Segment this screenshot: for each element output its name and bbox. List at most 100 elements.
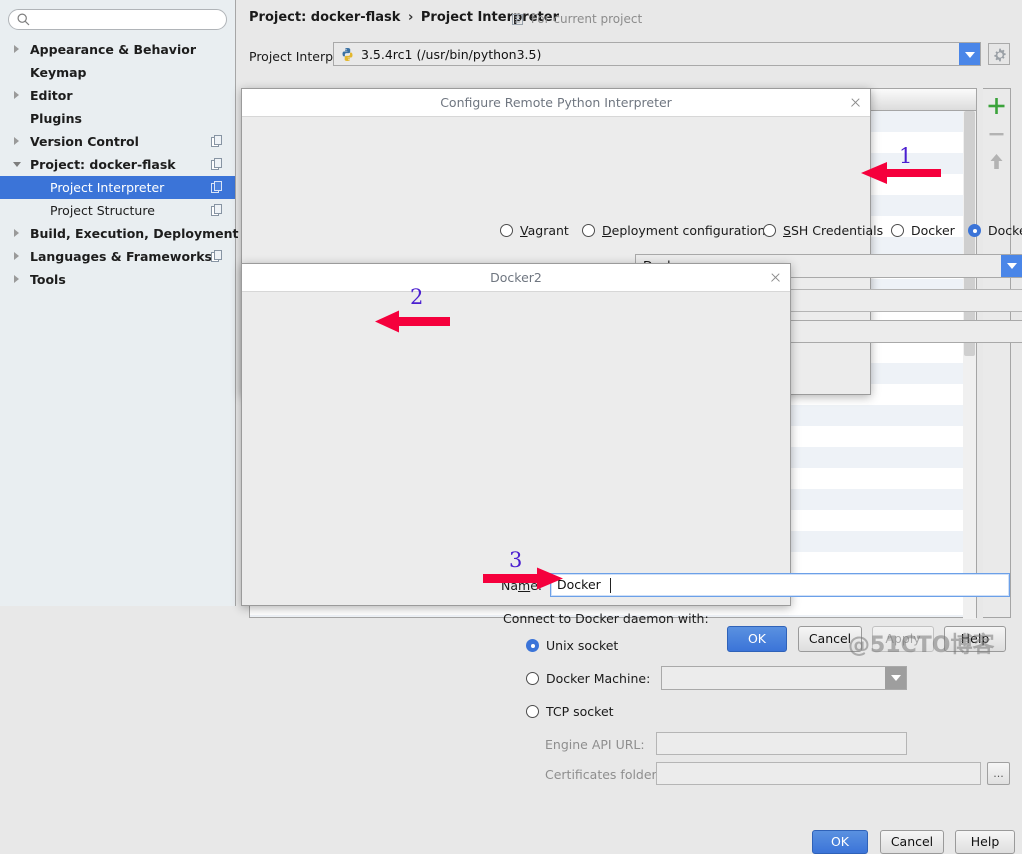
sidebar-item-project-docker-flask[interactable]: Project: docker-flask bbox=[0, 153, 235, 176]
copy-settings-icon bbox=[211, 250, 223, 262]
sidebar-item-label: Version Control bbox=[30, 134, 139, 149]
packages-toolbar bbox=[983, 88, 1011, 618]
sidebar-item-build-execution-deployment[interactable]: Build, Execution, Deployment bbox=[0, 222, 239, 245]
chevron-right-icon bbox=[14, 252, 19, 260]
arrow-up-icon bbox=[990, 154, 1003, 169]
sidebar-item-label: Project Interpreter bbox=[50, 180, 165, 195]
radio-label: Docker bbox=[911, 223, 955, 238]
radio-indicator bbox=[582, 224, 595, 237]
certificates-folder-label: Certificates folder: bbox=[545, 767, 661, 782]
interpreter-settings-gear-button[interactable] bbox=[988, 43, 1010, 65]
upgrade-package-button[interactable] bbox=[983, 149, 1010, 175]
settings-tree: Appearance & Behavior Keymap Editor Plug… bbox=[0, 38, 239, 291]
app-root: Appearance & Behavior Keymap Editor Plug… bbox=[0, 0, 1022, 854]
radio-label: Docker Machine: bbox=[546, 671, 651, 686]
radio-label: TCP socket bbox=[546, 704, 614, 719]
sidebar-item-label: Keymap bbox=[30, 65, 87, 80]
dialog-title-bar: Configure Remote Python Interpreter bbox=[242, 89, 870, 117]
chevron-right-icon bbox=[14, 275, 19, 283]
sidebar-item-languages-frameworks[interactable]: Languages & Frameworks bbox=[0, 245, 235, 268]
radio-indicator bbox=[500, 224, 513, 237]
radio-label: SSH Credentials bbox=[783, 223, 884, 238]
annotation-arrow-3 bbox=[483, 567, 563, 590]
name-input[interactable]: Docker bbox=[550, 573, 1010, 597]
packages-scrollbar[interactable] bbox=[963, 111, 976, 619]
radio-indicator bbox=[891, 224, 904, 237]
docker-dialog-help-button[interactable]: Help bbox=[955, 830, 1015, 854]
for-current-project-label: For current project bbox=[530, 12, 643, 26]
certificates-folder-input bbox=[656, 762, 981, 785]
annotation-arrow-1 bbox=[861, 162, 941, 184]
sidebar-item-version-control[interactable]: Version Control bbox=[0, 130, 235, 153]
python-icon bbox=[340, 47, 355, 62]
chevron-down-icon[interactable] bbox=[959, 43, 980, 65]
radio-indicator bbox=[526, 639, 539, 652]
dialog-title-bar: Docker2 bbox=[242, 264, 790, 292]
gear-icon bbox=[994, 48, 1006, 62]
breadcrumb-separator: › bbox=[407, 10, 414, 25]
docker-dialog-cancel-button[interactable]: Cancel bbox=[880, 830, 944, 854]
annotation-arrow-2 bbox=[375, 310, 450, 333]
search-input[interactable] bbox=[34, 11, 223, 29]
sidebar-item-tools[interactable]: Tools bbox=[0, 268, 235, 291]
radio-indicator bbox=[763, 224, 776, 237]
sidebar-item-editor[interactable]: Editor bbox=[0, 84, 235, 107]
text-caret bbox=[610, 578, 611, 593]
radio-label: Unix socket bbox=[546, 638, 619, 653]
sidebar-item-plugins[interactable]: Plugins bbox=[0, 107, 235, 130]
chevron-right-icon bbox=[14, 45, 19, 53]
settings-cancel-button[interactable]: Cancel bbox=[798, 626, 862, 652]
sidebar-item-appearance-behavior[interactable]: Appearance & Behavior bbox=[0, 38, 235, 61]
copy-settings-icon bbox=[211, 158, 223, 170]
settings-ok-button[interactable]: OK bbox=[727, 626, 787, 652]
remove-package-button[interactable] bbox=[983, 121, 1010, 147]
dialog-title: Configure Remote Python Interpreter bbox=[440, 95, 672, 110]
project-interpreter-select[interactable]: 3.5.4rc1 (/usr/bin/python3.5) bbox=[333, 42, 981, 66]
sidebar-item-label: Project Structure bbox=[50, 203, 155, 218]
connect-to-daemon-label: Connect to Docker daemon with: bbox=[503, 611, 709, 626]
sidebar-item-label: Editor bbox=[30, 88, 73, 103]
engine-api-url-input bbox=[656, 732, 907, 755]
annotation-number-2: 2 bbox=[410, 285, 424, 309]
sidebar-item-label: Tools bbox=[30, 272, 66, 287]
radio-label: Deployment configuration bbox=[602, 223, 766, 238]
sidebar-item-project-interpreter[interactable]: Project Interpreter bbox=[0, 176, 235, 199]
copy-settings-icon bbox=[211, 204, 223, 216]
copy-settings-icon bbox=[211, 135, 223, 147]
radio-indicator bbox=[526, 672, 539, 685]
radio-indicator bbox=[526, 705, 539, 718]
sidebar-search[interactable] bbox=[8, 9, 227, 30]
sidebar-item-project-structure[interactable]: Project Structure bbox=[0, 199, 235, 222]
settings-sidebar: Appearance & Behavior Keymap Editor Plug… bbox=[0, 0, 239, 606]
sidebar-item-keymap[interactable]: Keymap bbox=[0, 61, 235, 84]
dialog-title: Docker2 bbox=[490, 270, 542, 285]
minus-icon bbox=[989, 133, 1004, 136]
radio-indicator bbox=[968, 224, 981, 237]
chevron-right-icon bbox=[14, 91, 19, 99]
docker-machine-select[interactable] bbox=[661, 666, 907, 690]
settings-apply-button: Apply bbox=[872, 626, 934, 652]
close-icon[interactable] bbox=[760, 264, 790, 291]
search-icon bbox=[17, 13, 30, 26]
sidebar-item-label: Project: docker-flask bbox=[30, 157, 176, 172]
sidebar-item-label: Build, Execution, Deployment bbox=[30, 226, 239, 241]
sidebar-item-label: Plugins bbox=[30, 111, 82, 126]
chevron-right-icon bbox=[14, 229, 19, 237]
sidebar-item-label: Languages & Frameworks bbox=[30, 249, 212, 264]
radio-label: Docker Compose bbox=[988, 223, 1022, 238]
scope-icon bbox=[512, 14, 523, 28]
chevron-down-icon[interactable] bbox=[1001, 255, 1022, 277]
breadcrumb-project: Project: docker-flask bbox=[249, 10, 401, 25]
certificates-folder-browse-button[interactable]: ... bbox=[987, 762, 1010, 785]
sidebar-item-label: Appearance & Behavior bbox=[30, 42, 196, 57]
project-interpreter-value: 3.5.4rc1 (/usr/bin/python3.5) bbox=[361, 47, 542, 62]
copy-settings-icon bbox=[211, 181, 223, 193]
for-current-project-hint: For current project bbox=[512, 12, 642, 28]
close-icon[interactable] bbox=[840, 89, 870, 116]
chevron-right-icon bbox=[14, 137, 19, 145]
add-package-button[interactable] bbox=[983, 93, 1010, 119]
settings-help-button[interactable]: Help bbox=[944, 626, 1006, 652]
chevron-down-icon[interactable] bbox=[885, 667, 906, 689]
engine-api-url-label: Engine API URL: bbox=[545, 737, 645, 752]
docker-dialog-ok-button[interactable]: OK bbox=[812, 830, 868, 854]
